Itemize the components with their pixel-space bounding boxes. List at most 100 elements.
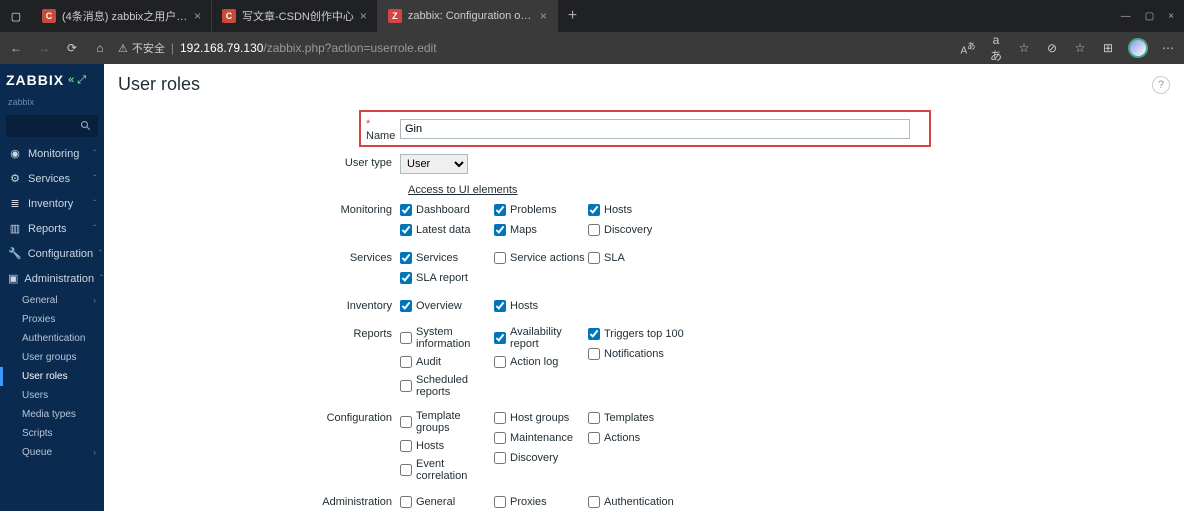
chk-dashboard[interactable]: Dashboard xyxy=(400,202,494,218)
admin-sub-user-groups[interactable]: User groups xyxy=(0,348,104,367)
administration-label: Administration xyxy=(118,494,400,508)
inventory-icon: ≣ xyxy=(8,197,22,210)
window-controls: — ▢ × xyxy=(1121,11,1184,22)
more-icon[interactable]: ⋯ xyxy=(1160,41,1176,55)
chevron-right-icon: › xyxy=(93,448,96,457)
chk-hosts[interactable]: Hosts xyxy=(588,202,738,218)
chk-audit[interactable]: Audit xyxy=(400,354,494,370)
admin-sub-scripts[interactable]: Scripts xyxy=(0,424,104,443)
name-input[interactable] xyxy=(400,119,910,139)
nav-configuration[interactable]: 🔧Configurationˇ xyxy=(0,241,104,266)
chk-hosts[interactable]: Hosts xyxy=(400,438,494,454)
close-icon[interactable]: × xyxy=(194,9,201,23)
chevron-right-icon: › xyxy=(93,296,96,305)
home-icon[interactable]: ⌂ xyxy=(92,41,108,55)
browser-url-bar: ← → ⟳ ⌂ ⚠ 不安全 | 192.168.79.130/zabbix.ph… xyxy=(0,32,1184,64)
translate-icon[interactable]: aあ xyxy=(988,33,1004,64)
chk-action-log[interactable]: Action log xyxy=(494,354,588,370)
nav-label: Inventory xyxy=(28,198,87,210)
collapse-icon[interactable]: « ⤢ xyxy=(68,74,86,87)
inventory-label: Inventory xyxy=(118,298,400,312)
sidebar-search[interactable] xyxy=(6,115,98,137)
nav-monitoring[interactable]: ◉Monitoringˇ xyxy=(0,141,104,166)
nav-inventory[interactable]: ≣ Inventory ˇ xyxy=(0,191,104,216)
nav-administration[interactable]: ▣Administrationˆ xyxy=(0,266,104,291)
browser-tab[interactable]: Zzabbix: Configuration of user rol× xyxy=(378,0,558,32)
breadcrumb: zabbix xyxy=(0,96,104,111)
chk-hosts[interactable]: Hosts xyxy=(494,298,588,314)
admin-sub-proxies[interactable]: Proxies xyxy=(0,310,104,329)
chk-template-groups[interactable]: Template groups xyxy=(400,410,494,434)
close-window-icon[interactable]: × xyxy=(1168,11,1174,22)
admin-sub-users[interactable]: Users xyxy=(0,386,104,405)
chk-maintenance[interactable]: Maintenance xyxy=(494,430,588,446)
chevron-icon: ˇ xyxy=(93,174,96,183)
close-icon[interactable]: × xyxy=(540,9,547,23)
chk-host-groups[interactable]: Host groups xyxy=(494,410,588,426)
chk-availability-report[interactable]: Availability report xyxy=(494,326,588,350)
nav-label: Administration xyxy=(24,273,94,285)
sync-icon[interactable]: ⊘ xyxy=(1044,41,1060,55)
name-field-highlight: * Name xyxy=(360,111,930,146)
chk-proxies[interactable]: Proxies xyxy=(494,494,588,510)
refresh-icon[interactable]: ⟳ xyxy=(64,41,80,55)
zabbix-logo[interactable]: ZABBIX xyxy=(6,72,64,88)
nav-services[interactable]: ⚙Servicesˇ xyxy=(0,166,104,191)
administration-icon: ▣ xyxy=(8,272,18,285)
page-title: User roles xyxy=(118,74,200,95)
address-bar[interactable]: ⚠ 不安全 | 192.168.79.130/zabbix.php?action… xyxy=(118,40,950,56)
nav-label: Monitoring xyxy=(28,148,87,160)
collections-icon[interactable]: ⊞ xyxy=(1100,41,1116,55)
admin-sub-media-types[interactable]: Media types xyxy=(0,405,104,424)
chk-triggers-top-100[interactable]: Triggers top 100 xyxy=(588,326,738,342)
help-icon[interactable]: ? xyxy=(1152,76,1170,94)
admin-sub-general[interactable]: General› xyxy=(0,291,104,310)
admin-sub-user-roles[interactable]: User roles xyxy=(0,367,104,386)
text-size-icon[interactable]: Aあ xyxy=(960,40,976,56)
chk-authentication[interactable]: Authentication xyxy=(588,494,738,510)
maximize-icon[interactable]: ▢ xyxy=(1145,11,1154,22)
security-warning: ⚠ 不安全 xyxy=(118,40,165,56)
profile-avatar[interactable] xyxy=(1128,38,1148,58)
usertype-select[interactable]: User xyxy=(400,154,468,174)
admin-sub-queue[interactable]: Queue› xyxy=(0,443,104,462)
services-icon: ⚙ xyxy=(8,172,22,185)
chk-service-actions[interactable]: Service actions xyxy=(494,250,588,266)
chevron-icon: ˇ xyxy=(93,199,96,208)
chk-notifications[interactable]: Notifications xyxy=(588,346,738,362)
chk-problems[interactable]: Problems xyxy=(494,202,588,218)
back-icon[interactable]: ← xyxy=(8,41,24,55)
chk-latest-data[interactable]: Latest data xyxy=(400,222,494,238)
monitoring-label: Monitoring xyxy=(118,202,400,216)
chk-discovery[interactable]: Discovery xyxy=(588,222,738,238)
favorites-star-icon[interactable]: ☆ xyxy=(1016,41,1032,55)
chk-overview[interactable]: Overview xyxy=(400,298,494,314)
admin-sub-authentication[interactable]: Authentication xyxy=(0,329,104,348)
chk-system-information[interactable]: System information xyxy=(400,326,494,350)
reports-icon: ▥ xyxy=(8,222,22,235)
chk-actions[interactable]: Actions xyxy=(588,430,738,446)
chk-scheduled-reports[interactable]: Scheduled reports xyxy=(400,374,494,398)
main-content: User roles ? * Name User type User Acces… xyxy=(104,64,1184,511)
favorites-bar-icon[interactable]: ☆ xyxy=(1072,41,1088,55)
nav-reports[interactable]: ▥Reportsˇ xyxy=(0,216,104,241)
chk-services[interactable]: Services xyxy=(400,250,494,266)
nav-label: Configuration xyxy=(28,248,93,260)
browser-tab[interactable]: C写文章-CSDN创作中心× xyxy=(212,0,378,32)
chk-templates[interactable]: Templates xyxy=(588,410,738,426)
close-icon[interactable]: × xyxy=(360,9,367,23)
tabs-menu-icon[interactable]: ▢ xyxy=(0,10,32,23)
browser-tab[interactable]: C(4条消息) zabbix之用户和组以及× xyxy=(32,0,212,32)
chk-event-correlation[interactable]: Event correlation xyxy=(400,458,494,482)
forward-icon[interactable]: → xyxy=(36,41,52,55)
chk-sla[interactable]: SLA xyxy=(588,250,738,266)
minimize-icon[interactable]: — xyxy=(1121,11,1131,22)
reports-label: Reports xyxy=(118,326,400,340)
chk-sla-report[interactable]: SLA report xyxy=(400,270,494,286)
chk-maps[interactable]: Maps xyxy=(494,222,588,238)
chk-discovery[interactable]: Discovery xyxy=(494,450,588,466)
search-icon xyxy=(80,120,92,132)
configuration-label: Configuration xyxy=(118,410,400,424)
new-tab-button[interactable]: + xyxy=(558,7,587,25)
chk-general[interactable]: General xyxy=(400,494,494,510)
